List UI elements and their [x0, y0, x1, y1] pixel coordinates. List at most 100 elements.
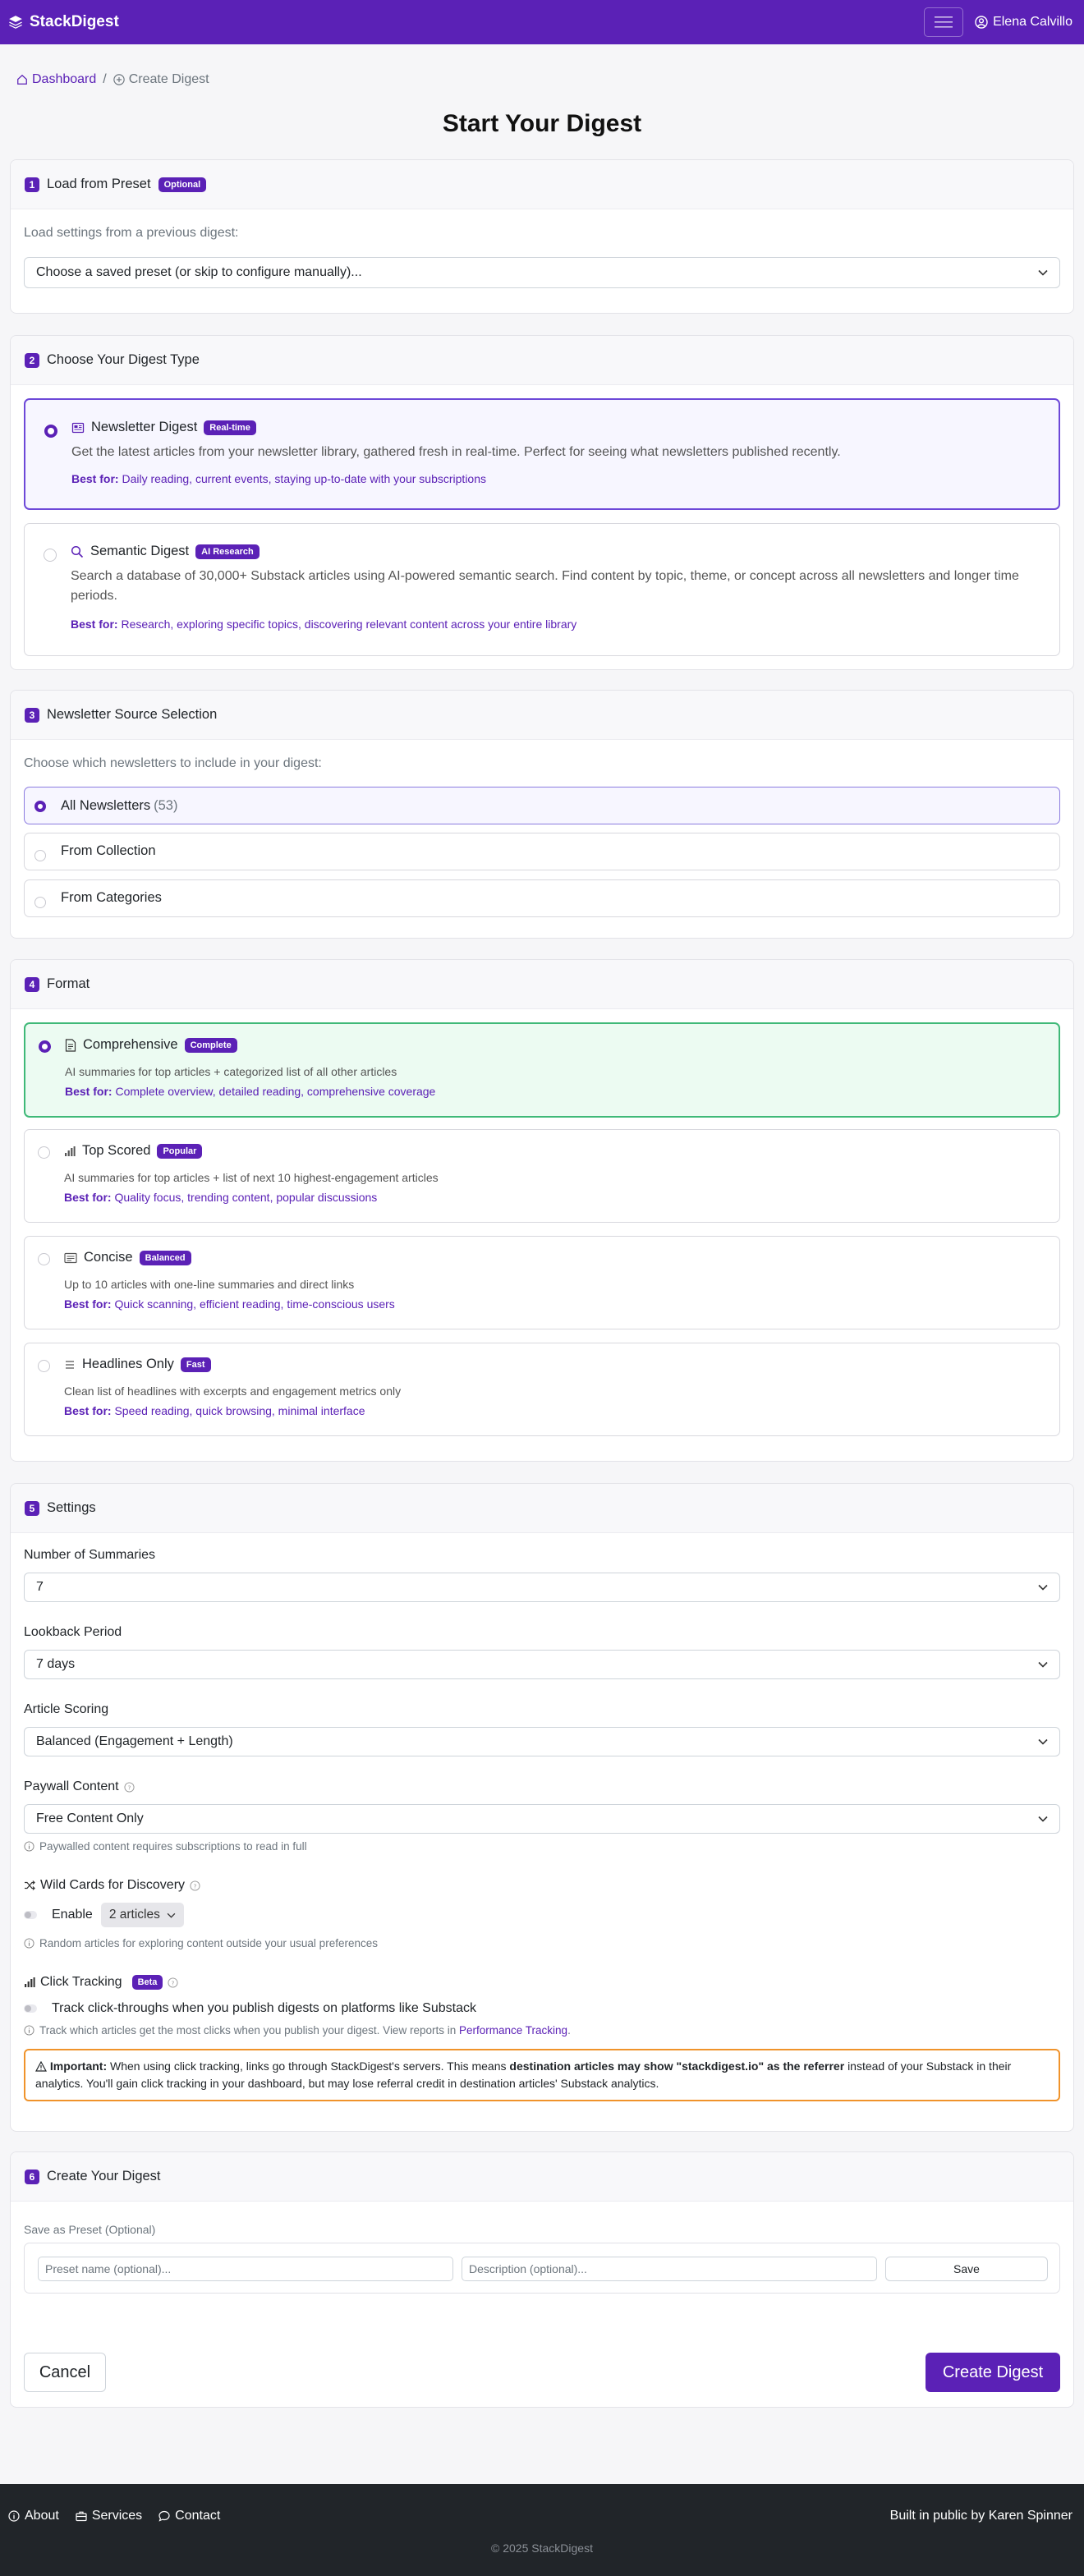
click-tracking-check-label: Track click-throughs when you publish di… — [52, 2001, 476, 2015]
footer-services-link[interactable]: Services — [76, 2509, 142, 2523]
click-tracking-label: Click Tracking Beta ? — [24, 1975, 178, 1990]
source-all-newsletters[interactable]: All Newsletters (53) — [24, 787, 1060, 824]
question-circle-icon[interactable]: ? — [168, 1977, 178, 1988]
svg-text:?: ? — [194, 1882, 197, 1890]
click-tracking-toggle[interactable] — [24, 2004, 37, 2013]
format-headlines-only[interactable]: Headlines Only Fast Clean list of headli… — [24, 1343, 1060, 1436]
lookback-label: Lookback Period — [24, 1625, 122, 1639]
radio-selected[interactable] — [44, 425, 57, 438]
radio-unselected[interactable] — [34, 897, 46, 908]
section-header: 2 Choose Your Digest Type — [11, 336, 1073, 385]
save-preset-label: Save as Preset (Optional) — [24, 2223, 156, 2236]
section-title: Format — [47, 976, 90, 991]
section-title: Choose Your Digest Type — [47, 352, 200, 367]
source-label: From Categories — [61, 890, 162, 905]
step-number: 2 — [25, 352, 39, 368]
optional-badge: Optional — [158, 177, 207, 192]
format-desc: Clean list of headlines with excerpts an… — [64, 1384, 402, 1398]
breadcrumb-dashboard-link[interactable]: Dashboard — [16, 72, 96, 87]
wild-cards-count-value: 2 articles — [108, 1908, 160, 1922]
info-icon — [24, 2025, 34, 2036]
section-title: Load from Preset — [47, 177, 151, 191]
preset-select[interactable]: Choose a saved preset (or skip to config… — [24, 257, 1060, 288]
user-menu[interactable]: Elena Calvillo — [975, 15, 1073, 30]
radio-selected[interactable] — [39, 1040, 51, 1053]
source-from-categories[interactable]: From Categories — [24, 879, 1060, 917]
step-number: 3 — [25, 707, 39, 723]
section-create: 6 Create Your Digest Save as Preset (Opt… — [10, 2151, 1074, 2408]
format-badge: Balanced — [139, 1250, 191, 1265]
question-circle-icon[interactable]: ? — [190, 1880, 200, 1891]
chevron-down-icon — [1038, 1584, 1048, 1591]
search-icon — [71, 545, 84, 558]
wild-cards-count-select[interactable]: 2 articles — [100, 1903, 184, 1927]
warning-triangle-icon — [35, 2061, 47, 2072]
scoring-select[interactable]: Balanced (Engagement + Length) — [24, 1727, 1060, 1756]
bar-chart-icon — [24, 1977, 35, 1988]
brand[interactable]: StackDigest — [8, 13, 119, 31]
question-circle-icon[interactable]: ? — [124, 1781, 135, 1793]
format-comprehensive[interactable]: Comprehensive Complete AI summaries for … — [24, 1022, 1060, 1118]
wild-cards-row: Enable 2 articles — [24, 1903, 184, 1927]
layers-icon — [8, 15, 23, 30]
paywall-label: Paywall Content ? — [24, 1779, 135, 1794]
newspaper-icon — [71, 421, 85, 434]
menu-toggle-button[interactable] — [924, 7, 964, 37]
chevron-down-icon — [1038, 269, 1048, 276]
format-concise[interactable]: Concise Balanced Up to 10 articles with … — [24, 1236, 1060, 1329]
click-tracking-warning: Important: When using click tracking, li… — [24, 2049, 1060, 2101]
info-icon — [24, 1938, 34, 1949]
section-header: 5 Settings — [11, 1484, 1073, 1533]
preset-name-input[interactable]: Preset name (optional)... — [38, 2257, 453, 2281]
create-digest-button[interactable]: Create Digest — [926, 2353, 1060, 2392]
step-number: 5 — [25, 1500, 39, 1516]
radio-unselected[interactable] — [38, 1253, 50, 1265]
format-desc: Up to 10 articles with one-line summarie… — [64, 1278, 355, 1291]
radio-unselected[interactable] — [44, 549, 57, 562]
paywall-select[interactable]: Free Content Only — [24, 1804, 1060, 1834]
format-title: Comprehensive — [83, 1037, 178, 1052]
step-number: 4 — [25, 976, 39, 992]
digest-type-title: Semantic Digest — [90, 544, 190, 558]
preset-description-input[interactable]: Description (optional)... — [462, 2257, 877, 2281]
summaries-value: 7 — [36, 1580, 44, 1594]
radio-unselected[interactable] — [38, 1360, 50, 1372]
digest-type-desc: Search a database of 30,000+ Substack ar… — [71, 569, 1019, 603]
radio-unselected[interactable] — [34, 850, 46, 861]
click-tracking-row: Track click-throughs when you publish di… — [24, 2001, 476, 2016]
summaries-label: Number of Summaries — [24, 1548, 156, 1562]
digest-type-best-for: Best for: Daily reading, current events,… — [71, 472, 487, 485]
source-from-collection[interactable]: From Collection — [24, 833, 1060, 870]
ai-research-badge: AI Research — [195, 544, 260, 559]
svg-text:?: ? — [127, 1784, 131, 1791]
chevron-down-icon — [1038, 1738, 1048, 1745]
chevron-down-icon — [1038, 1816, 1048, 1822]
chevron-down-icon — [1038, 1661, 1048, 1668]
brand-name: StackDigest — [30, 13, 119, 30]
wild-cards-toggle[interactable] — [24, 1911, 37, 1919]
digest-type-semantic[interactable]: Semantic Digest AI Research Search a dat… — [24, 523, 1060, 656]
digest-type-desc: Get the latest articles from your newsle… — [71, 445, 841, 459]
plus-circle-icon — [113, 74, 125, 85]
footer-about-link[interactable]: About — [8, 2509, 59, 2523]
digest-type-newsletter[interactable]: Newsletter Digest Real-time Get the late… — [24, 398, 1060, 510]
cancel-button[interactable]: Cancel — [24, 2353, 106, 2392]
hamburger-icon — [935, 16, 953, 29]
preset-select-value: Choose a saved preset (or skip to config… — [36, 265, 362, 279]
click-tracking-hint: Track which articles get the most clicks… — [24, 2024, 571, 2036]
radio-selected[interactable] — [34, 801, 46, 812]
lookback-select[interactable]: 7 days — [24, 1650, 1060, 1679]
save-preset-box: Preset name (optional)... Description (o… — [24, 2243, 1060, 2294]
user-name: Elena Calvillo — [993, 15, 1073, 29]
info-icon — [24, 1841, 34, 1852]
breadcrumb-current-label: Create Digest — [128, 72, 209, 86]
performance-tracking-link[interactable]: Performance Tracking — [459, 2024, 567, 2036]
radio-unselected[interactable] — [38, 1146, 50, 1159]
breadcrumb: Dashboard / Create Digest — [16, 72, 209, 87]
realtime-badge: Real-time — [204, 420, 256, 435]
format-top-scored[interactable]: Top Scored Popular AI summaries for top … — [24, 1129, 1060, 1223]
save-preset-button[interactable]: Save — [885, 2257, 1048, 2281]
summaries-select[interactable]: 7 — [24, 1573, 1060, 1602]
footer-contact-link[interactable]: Contact — [158, 2509, 220, 2523]
scoring-label: Article Scoring — [24, 1702, 109, 1716]
